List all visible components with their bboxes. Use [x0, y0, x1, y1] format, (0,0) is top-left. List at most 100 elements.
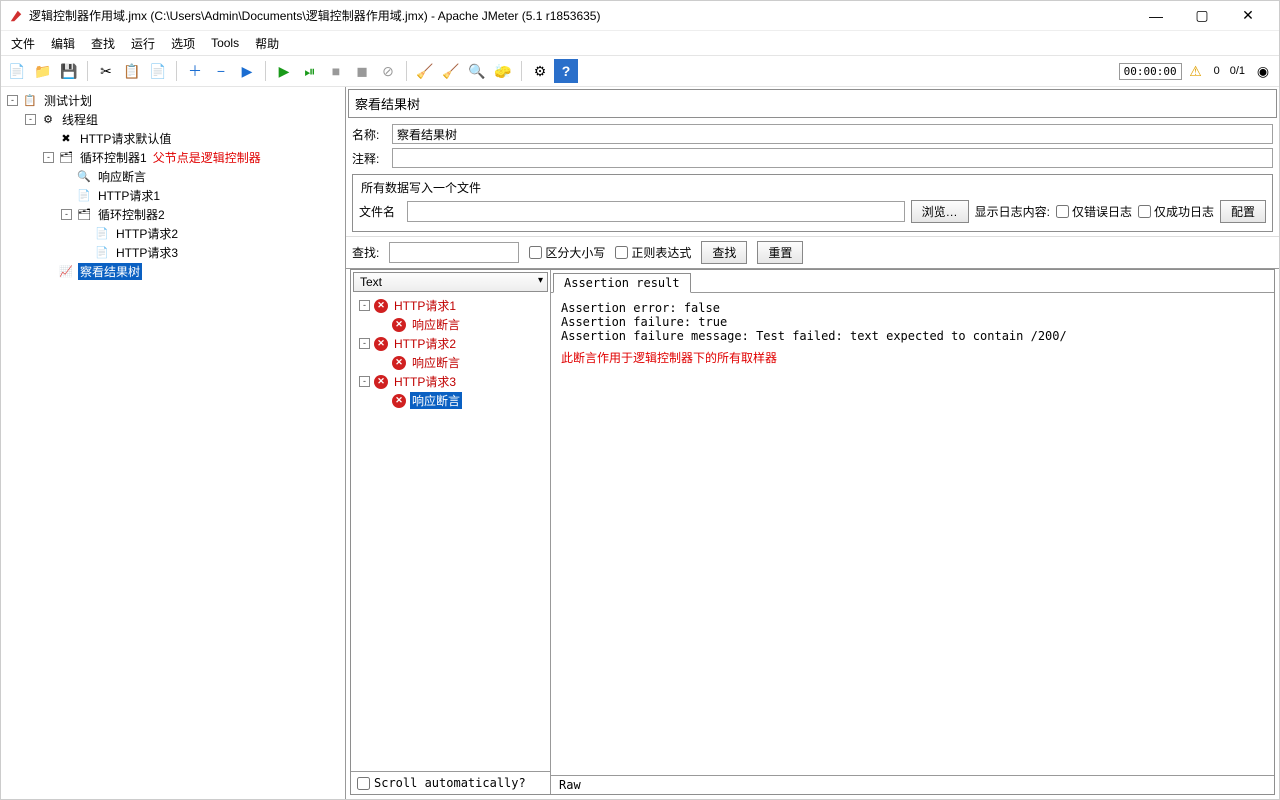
start-icon[interactable]: ▶ [272, 59, 296, 83]
result-label: 响应断言 [410, 392, 462, 409]
maximize-button[interactable]: ▢ [1179, 2, 1225, 30]
file-output-group: 所有数据写入一个文件 文件名 浏览… 显示日志内容: 仅错误日志 仅成功日志 配… [352, 174, 1273, 232]
tree-toggle[interactable]: - [61, 209, 72, 220]
cut-icon[interactable]: ✂ [94, 59, 118, 83]
errors-only-checkbox[interactable]: 仅错误日志 [1056, 203, 1132, 220]
tree-toggle[interactable]: - [43, 152, 54, 163]
result-node[interactable]: ✕ 响应断言 [355, 353, 546, 372]
close-button[interactable]: ✕ [1225, 2, 1271, 30]
add-icon[interactable]: ＋ [183, 59, 207, 83]
tab-assertion-result[interactable]: Assertion result [553, 273, 691, 293]
result-label: 响应断言 [410, 354, 462, 371]
result-node[interactable]: -✕HTTP请求1 [355, 296, 546, 315]
tree-node[interactable]: -🗂循环控制器2 [3, 205, 343, 224]
search-input[interactable] [389, 242, 519, 263]
stop-thread-icon[interactable]: ⊘ [376, 59, 400, 83]
tree-toggle[interactable]: - [359, 338, 370, 349]
file-group-legend: 所有数据写入一个文件 [357, 177, 1268, 198]
tree-node[interactable]: 📄HTTP请求1 [3, 186, 343, 205]
minimize-button[interactable]: — [1133, 2, 1179, 30]
help-icon[interactable]: ? [554, 59, 578, 83]
search-icon[interactable]: 🔍 [465, 59, 489, 83]
menu-帮助[interactable]: 帮助 [249, 33, 285, 54]
menubar: 文件编辑查找运行选项Tools帮助 [1, 31, 1279, 55]
regex-checkbox[interactable]: 正则表达式 [615, 244, 691, 261]
tree-node[interactable]: ✖HTTP请求默认值 [3, 129, 343, 148]
menu-文件[interactable]: 文件 [5, 33, 41, 54]
scroll-auto-label: Scroll automatically? [374, 776, 526, 790]
expand-icon[interactable]: ▶ [235, 59, 259, 83]
titlebar: 逻辑控制器作用域.jmx (C:\Users\Admin\Documents\逻… [1, 1, 1279, 31]
tree-icon: 📄 [94, 226, 110, 242]
tree-node[interactable]: -📋测试计划 [3, 91, 343, 110]
scroll-auto-checkbox[interactable] [357, 777, 370, 790]
error-icon: ✕ [392, 356, 406, 370]
name-label: 名称: [352, 126, 386, 143]
tree-toggle[interactable]: - [7, 95, 18, 106]
tree-node[interactable]: 🔍响应断言 [3, 167, 343, 186]
logshow-label: 显示日志内容: [975, 203, 1050, 220]
assertion-line: Assertion error: false [561, 301, 1264, 315]
shutdown-icon[interactable]: ◼ [350, 59, 374, 83]
tree-label: HTTP请求2 [114, 225, 180, 242]
reset-button[interactable]: 重置 [757, 241, 803, 264]
find-button[interactable]: 查找 [701, 241, 747, 264]
browse-button[interactable]: 浏览… [911, 200, 969, 223]
tree-node[interactable]: -🗂循环控制器1父节点是逻辑控制器 [3, 148, 343, 167]
menu-编辑[interactable]: 编辑 [45, 33, 81, 54]
clear-icon[interactable]: 🧹 [413, 59, 437, 83]
error-icon: ✕ [374, 337, 388, 351]
tree-toggle[interactable]: - [359, 300, 370, 311]
tree-node[interactable]: 📄HTTP请求3 [3, 243, 343, 262]
result-label: HTTP请求2 [392, 335, 458, 352]
assertion-line: Assertion failure message: Test failed: … [561, 329, 1264, 343]
reset-search-icon[interactable]: 🧽 [491, 59, 515, 83]
renderer-dropdown[interactable]: Text [353, 272, 548, 292]
tree-node[interactable]: 📈察看结果树 [3, 262, 343, 281]
test-plan-tree[interactable]: -📋测试计划-⚙线程组✖HTTP请求默认值-🗂循环控制器1父节点是逻辑控制器🔍响… [1, 87, 346, 799]
result-label: 响应断言 [410, 316, 462, 333]
new-icon[interactable]: 📄 [5, 59, 29, 83]
result-label: HTTP请求1 [392, 297, 458, 314]
paste-icon[interactable]: 📄 [146, 59, 170, 83]
menu-tools[interactable]: Tools [205, 34, 245, 52]
tree-toggle[interactable]: - [359, 376, 370, 387]
menu-运行[interactable]: 运行 [125, 33, 161, 54]
tree-icon: 🗂 [58, 150, 74, 166]
case-checkbox[interactable]: 区分大小写 [529, 244, 605, 261]
result-label: HTTP请求3 [392, 373, 458, 390]
assertion-body: Assertion error: falseAssertion failure:… [551, 293, 1274, 775]
function-icon[interactable]: ⚙ [528, 59, 552, 83]
comment-label: 注释: [352, 150, 386, 167]
tree-toggle[interactable]: - [25, 114, 36, 125]
stop-icon[interactable]: ■ [324, 59, 348, 83]
open-icon[interactable]: 📁 [31, 59, 55, 83]
copy-icon[interactable]: 📋 [120, 59, 144, 83]
remove-icon[interactable]: − [209, 59, 233, 83]
menu-查找[interactable]: 查找 [85, 33, 121, 54]
result-node[interactable]: ✕响应断言 [355, 391, 546, 410]
result-node[interactable]: -✕ HTTP请求2 [355, 334, 546, 353]
tree-node[interactable]: -⚙线程组 [3, 110, 343, 129]
comment-input[interactable] [392, 148, 1273, 168]
annotation-text: 此断言作用于逻辑控制器下的所有取样器 [561, 349, 1264, 366]
configure-button[interactable]: 配置 [1220, 200, 1266, 223]
menu-选项[interactable]: 选项 [165, 33, 201, 54]
result-node[interactable]: ✕ 响应断言 [355, 315, 546, 334]
tab-raw[interactable]: Raw [551, 775, 1274, 794]
clear-all-icon[interactable]: 🧹 [439, 59, 463, 83]
error-icon: ✕ [374, 375, 388, 389]
warning-icon[interactable]: ⚠ [1184, 59, 1208, 83]
error-icon: ✕ [392, 318, 406, 332]
tree-icon: 📄 [94, 245, 110, 261]
annotation-text: 父节点是逻辑控制器 [153, 149, 261, 166]
name-input[interactable] [392, 124, 1273, 144]
warning-count: 0 [1214, 65, 1220, 77]
file-input[interactable] [407, 201, 905, 222]
save-icon[interactable]: 💾 [57, 59, 81, 83]
result-node[interactable]: -✕ HTTP请求3 [355, 372, 546, 391]
result-tree[interactable]: -✕HTTP请求1✕响应断言-✕HTTP请求2✕响应断言-✕HTTP请求3✕响应… [351, 294, 550, 771]
tree-node[interactable]: 📄HTTP请求2 [3, 224, 343, 243]
success-only-checkbox[interactable]: 仅成功日志 [1138, 203, 1214, 220]
start-noti-icon[interactable]: ⏯ [298, 59, 322, 83]
